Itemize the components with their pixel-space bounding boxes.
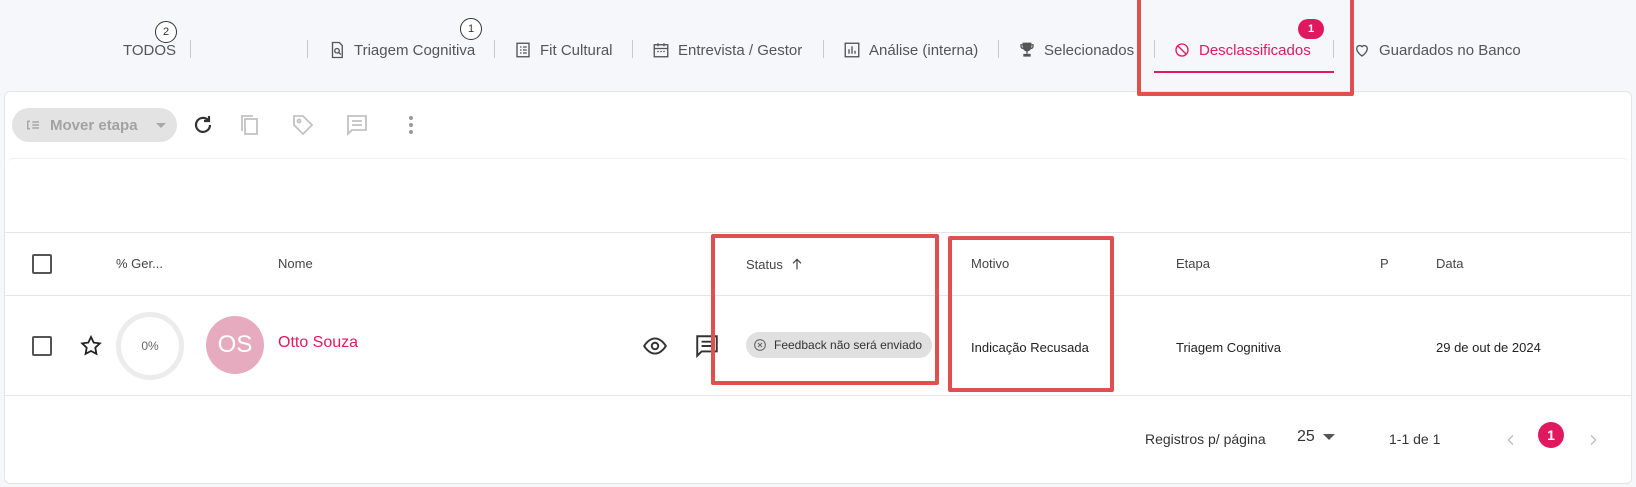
tab-divider bbox=[632, 40, 633, 58]
tab-divider bbox=[998, 40, 999, 58]
chevron-right-icon bbox=[1590, 434, 1597, 446]
row-checkbox[interactable] bbox=[32, 336, 52, 356]
refresh-button[interactable] bbox=[190, 112, 216, 138]
close-circle-icon bbox=[754, 339, 766, 351]
per-page-value: 25 bbox=[1297, 428, 1315, 445]
tab-desclassificados-label: Desclassificados bbox=[1199, 41, 1311, 59]
tab-analise-interna[interactable]: Análise (interna) bbox=[843, 38, 978, 62]
stage-tabs: TODOS 2 Triagem Cognitiva 1 Fit Cultural… bbox=[0, 0, 1636, 90]
more-vertical-icon bbox=[409, 116, 413, 134]
next-page-button[interactable] bbox=[1583, 430, 1603, 450]
block-icon bbox=[1175, 43, 1189, 57]
column-header-p[interactable]: P bbox=[1380, 256, 1389, 271]
candidates-card: Mover etapa % Ger... Nome Status Motivo … bbox=[4, 91, 1632, 484]
status-badge: Feedback não será enviado bbox=[746, 332, 933, 358]
comment-button[interactable] bbox=[344, 112, 370, 138]
move-list-icon bbox=[27, 120, 39, 130]
tab-divider bbox=[1154, 40, 1155, 58]
tab-guardados-banco[interactable]: Guardados no Banco bbox=[1353, 38, 1521, 62]
column-header-nome[interactable]: Nome bbox=[278, 256, 313, 271]
chevron-left-icon bbox=[1507, 434, 1514, 446]
prev-page-button[interactable] bbox=[1501, 430, 1521, 450]
tab-divider bbox=[1333, 40, 1334, 58]
arrow-up-icon bbox=[792, 258, 802, 270]
tab-divider bbox=[307, 40, 308, 58]
column-header-data[interactable]: Data bbox=[1436, 256, 1463, 271]
pagination: Registros p/ página 25 1-1 de 1 1 bbox=[5, 396, 1631, 482]
tab-triagem-cognitiva[interactable]: Triagem Cognitiva bbox=[328, 38, 475, 62]
tab-entrevista-gestor[interactable]: Entrevista / Gestor bbox=[652, 38, 802, 62]
column-header-status-label: Status bbox=[746, 256, 783, 272]
tab-fit-label: Fit Cultural bbox=[540, 41, 613, 59]
favorite-button[interactable] bbox=[79, 334, 103, 358]
move-stage-button[interactable]: Mover etapa bbox=[12, 108, 177, 142]
tab-divider bbox=[494, 40, 495, 58]
view-button[interactable] bbox=[641, 332, 669, 360]
table-row[interactable]: 0% OS Otto Souza Feedback não será envia… bbox=[5, 296, 1631, 396]
search-document-icon bbox=[331, 41, 343, 59]
column-header-status[interactable]: Status bbox=[746, 256, 805, 272]
match-percent-value: 0% bbox=[141, 339, 159, 353]
tab-todos-count-badge: 2 bbox=[155, 21, 177, 43]
tab-divider bbox=[190, 40, 191, 58]
tab-desclassificados[interactable]: Desclassificados bbox=[1173, 38, 1311, 62]
per-page-label: Registros p/ página bbox=[1145, 431, 1266, 447]
move-stage-label: Mover etapa bbox=[50, 116, 138, 134]
tab-triagem-label: Triagem Cognitiva bbox=[354, 41, 476, 59]
tab-desclassificados-count-badge: 1 bbox=[1298, 19, 1324, 39]
tag-button[interactable] bbox=[290, 112, 316, 138]
toolbar: Mover etapa bbox=[5, 92, 1631, 158]
status-badge-label: Feedback não será enviado bbox=[774, 338, 923, 352]
table-header: % Ger... Nome Status Motivo Etapa P Data bbox=[5, 232, 1631, 296]
current-page-button[interactable]: 1 bbox=[1538, 422, 1564, 448]
bar-chart-icon bbox=[844, 42, 860, 58]
comment-icon bbox=[696, 335, 718, 359]
motivo-cell: Indicação Recusada bbox=[971, 340, 1089, 355]
page-range: 1-1 de 1 bbox=[1389, 431, 1441, 447]
per-page-select[interactable]: 25 bbox=[1297, 428, 1335, 446]
chevron-down-icon bbox=[155, 122, 166, 128]
trophy-icon bbox=[1020, 42, 1034, 57]
more-options-button[interactable] bbox=[398, 112, 424, 138]
tab-selecionados-label: Selecionados bbox=[1044, 41, 1135, 59]
tab-divider bbox=[823, 40, 824, 58]
tab-triagem-count-badge: 1 bbox=[460, 18, 482, 40]
tab-selecionados[interactable]: Selecionados bbox=[1018, 38, 1134, 62]
avatar: OS bbox=[206, 316, 264, 374]
tab-analise-label: Análise (interna) bbox=[869, 41, 979, 59]
tag-icon bbox=[293, 115, 314, 136]
data-cell: 29 de out de 2024 bbox=[1436, 340, 1541, 355]
list-icon bbox=[516, 42, 530, 58]
tab-entrevista-label: Entrevista / Gestor bbox=[678, 41, 803, 59]
chevron-down-icon bbox=[1322, 434, 1335, 440]
select-all-checkbox[interactable] bbox=[32, 254, 52, 274]
tab-fit-cultural[interactable]: Fit Cultural bbox=[514, 38, 613, 62]
comment-icon bbox=[347, 115, 367, 137]
column-header-etapa[interactable]: Etapa bbox=[1176, 256, 1210, 271]
candidate-name-link[interactable]: Otto Souza bbox=[278, 334, 358, 352]
match-percent-ring: 0% bbox=[116, 312, 184, 380]
tab-guardados-label: Guardados no Banco bbox=[1379, 41, 1521, 59]
notes-button[interactable] bbox=[693, 332, 721, 360]
heart-icon bbox=[1356, 44, 1368, 57]
tab-todos-label: TODOS bbox=[123, 41, 177, 59]
etapa-cell: Triagem Cognitiva bbox=[1176, 340, 1282, 355]
star-icon bbox=[80, 334, 102, 356]
column-header-ger[interactable]: % Ger... bbox=[116, 256, 163, 271]
column-header-motivo[interactable]: Motivo bbox=[971, 256, 1009, 271]
active-tab-indicator bbox=[1154, 71, 1334, 73]
copy-icon bbox=[241, 115, 258, 135]
copy-button[interactable] bbox=[236, 112, 262, 138]
eye-icon bbox=[643, 337, 667, 355]
refresh-icon bbox=[194, 116, 212, 133]
calendar-icon bbox=[653, 43, 669, 58]
